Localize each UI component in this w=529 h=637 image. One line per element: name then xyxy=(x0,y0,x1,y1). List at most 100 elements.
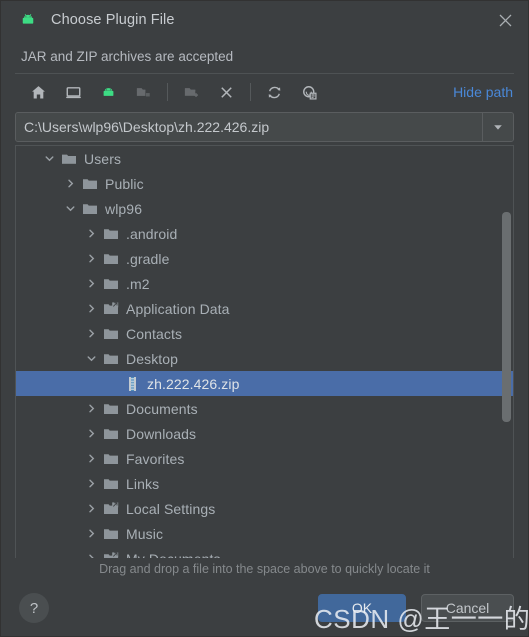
tree-row[interactable]: My Documents xyxy=(16,546,513,558)
dialog-subtitle: JAR and ZIP archives are accepted xyxy=(21,48,234,64)
button-bar: ? OK Cancel xyxy=(1,580,528,636)
tree-row[interactable]: Local Settings xyxy=(16,496,513,521)
folder-icon xyxy=(102,271,120,296)
tree-row-label: zh.222.426.zip xyxy=(147,375,240,392)
tree-row-label: Links xyxy=(126,475,160,492)
tree-row[interactable]: Contacts xyxy=(16,321,513,346)
folder-icon xyxy=(102,246,120,271)
show-hidden-icon[interactable] xyxy=(294,78,324,106)
chevron-right-icon[interactable] xyxy=(80,546,102,558)
folder-icon xyxy=(102,346,120,371)
tree-row-label: Local Settings xyxy=(126,500,216,517)
tree-row[interactable]: Documents xyxy=(16,396,513,421)
folder-icon xyxy=(81,171,99,196)
tree-row-label: Public xyxy=(105,175,144,192)
folder-icon xyxy=(102,221,120,246)
file-tree[interactable]: Users Public wlp96 .android .gradle .m2 Applic… xyxy=(16,146,513,558)
tree-row-label: .gradle xyxy=(126,250,170,267)
scrollbar-thumb[interactable] xyxy=(502,211,511,423)
path-input[interactable] xyxy=(16,113,482,141)
folder-icon xyxy=(128,78,158,106)
path-row xyxy=(1,110,528,144)
title-bar: Choose Plugin File xyxy=(1,1,528,39)
tree-row[interactable]: wlp96 xyxy=(16,196,513,221)
tree-row-label: .m2 xyxy=(126,275,150,292)
folder-icon xyxy=(102,396,120,421)
folder-icon xyxy=(102,446,120,471)
page-title: Choose Plugin File xyxy=(51,12,175,28)
desktop-icon[interactable] xyxy=(58,78,88,106)
folder-open-icon xyxy=(60,146,78,171)
chevron-right-icon[interactable] xyxy=(80,271,102,296)
tree-row[interactable]: Favorites xyxy=(16,446,513,471)
tree-row[interactable]: Downloads xyxy=(16,421,513,446)
chevron-down-icon[interactable] xyxy=(38,146,60,171)
tree-row[interactable]: Public xyxy=(16,171,513,196)
folder-icon xyxy=(81,196,99,221)
tree-row[interactable]: .m2 xyxy=(16,271,513,296)
tree-row-label: Application Data xyxy=(126,300,230,317)
chevron-right-icon[interactable] xyxy=(80,296,102,321)
choose-plugin-file-dialog: Choose Plugin File JAR and ZIP archives … xyxy=(0,0,529,637)
chevron-down-icon[interactable] xyxy=(80,346,102,371)
chevron-right-icon[interactable] xyxy=(80,521,102,546)
twisty-placeholder xyxy=(101,371,123,396)
tree-row[interactable]: Users xyxy=(16,146,513,171)
tree-row[interactable]: Music xyxy=(16,521,513,546)
toolbar: Hide path xyxy=(1,74,528,110)
android-icon xyxy=(19,11,37,29)
tree-row-label: Desktop xyxy=(126,350,179,367)
hint-row: Drag and drop a file into the space abov… xyxy=(1,558,528,580)
cancel-button[interactable]: Cancel xyxy=(421,594,514,622)
hide-path-link[interactable]: Hide path xyxy=(453,84,513,100)
chevron-right-icon[interactable] xyxy=(80,396,102,421)
subtitle-row: JAR and ZIP archives are accepted xyxy=(1,39,528,73)
ok-button[interactable]: OK xyxy=(318,594,406,622)
toolbar-divider-2 xyxy=(250,83,251,101)
folder-link-icon xyxy=(102,546,120,558)
folder-icon xyxy=(102,471,120,496)
chevron-right-icon[interactable] xyxy=(80,246,102,271)
folder-link-icon xyxy=(102,296,120,321)
chevron-right-icon[interactable] xyxy=(80,496,102,521)
folder-link-icon xyxy=(102,496,120,521)
tree-row[interactable]: Links xyxy=(16,471,513,496)
tree-row-label: Contacts xyxy=(126,325,183,342)
chevron-right-icon[interactable] xyxy=(80,421,102,446)
tree-row-label: wlp96 xyxy=(105,200,143,217)
tree-row-selected[interactable]: zh.222.426.zip xyxy=(16,371,513,396)
tree-row[interactable]: Application Data xyxy=(16,296,513,321)
tree-row-label: Downloads xyxy=(126,425,197,442)
new-folder-icon xyxy=(176,78,206,106)
tree-row-label: My Documents xyxy=(126,551,221,559)
android-icon[interactable] xyxy=(93,78,123,106)
chevron-right-icon[interactable] xyxy=(80,321,102,346)
folder-icon xyxy=(102,321,120,346)
tree-row[interactable]: Desktop xyxy=(16,346,513,371)
folder-icon xyxy=(102,421,120,446)
tree-row-label: Favorites xyxy=(126,450,185,467)
chevron-right-icon[interactable] xyxy=(80,471,102,496)
chevron-right-icon[interactable] xyxy=(59,171,81,196)
chevron-right-icon[interactable] xyxy=(80,221,102,246)
tree-row[interactable]: .gradle xyxy=(16,246,513,271)
folder-icon xyxy=(102,521,120,546)
chevron-down-icon[interactable] xyxy=(59,196,81,221)
zip-file-icon xyxy=(123,371,141,396)
tree-row[interactable]: .android xyxy=(16,221,513,246)
tree-row-label: Documents xyxy=(126,400,198,417)
drag-drop-hint: Drag and drop a file into the space abov… xyxy=(99,562,430,576)
home-icon[interactable] xyxy=(23,78,53,106)
file-tree-panel: Users Public wlp96 .android .gradle .m2 Applic… xyxy=(15,145,514,558)
tree-row-label: .android xyxy=(126,225,178,242)
help-button[interactable]: ? xyxy=(19,593,49,623)
chevron-right-icon[interactable] xyxy=(80,446,102,471)
tree-scrollbar[interactable] xyxy=(502,146,511,558)
tree-row-label: Music xyxy=(126,525,164,542)
chevron-down-icon[interactable] xyxy=(482,113,513,141)
close-icon[interactable] xyxy=(482,1,528,39)
path-combobox[interactable] xyxy=(15,112,514,142)
refresh-icon[interactable] xyxy=(259,78,289,106)
delete-icon[interactable] xyxy=(211,78,241,106)
toolbar-divider xyxy=(167,83,168,101)
